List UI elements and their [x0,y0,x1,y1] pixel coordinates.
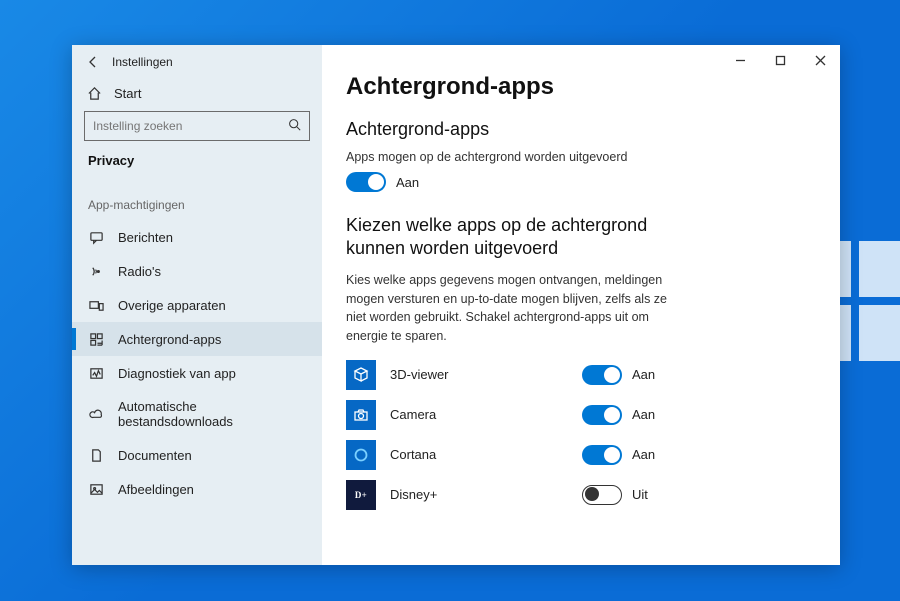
sidebar-item-label: Berichten [118,230,173,245]
search-input[interactable] [93,119,270,133]
sidebar-item-achtergrond[interactable]: Achtergrond-apps [72,322,322,356]
back-button[interactable] [78,47,108,77]
home-label: Start [114,86,141,101]
app-row-disney: D+ Disney+ Uit [346,480,816,510]
grid-icon [88,331,104,347]
app-name: 3D-viewer [390,367,540,382]
titlebar: Instellingen [72,45,322,79]
image-icon [88,481,104,497]
sidebar-item-downloads[interactable]: Automatische bestandsdownloads [72,390,322,438]
sidebar-item-label: Overige apparaten [118,298,226,313]
sidebar-item-label: Afbeeldingen [118,482,194,497]
app-name: Cortana [390,447,540,462]
sidebar-item-label: Achtergrond-apps [118,332,221,347]
nav-list: App-machtigingen Berichten Radio's Overi… [72,180,322,565]
app-toggle-state: Aan [632,447,655,462]
cube-icon [346,360,376,390]
search-box[interactable] [84,111,310,141]
ring-icon [346,440,376,470]
app-toggle[interactable] [582,445,622,465]
section-heading-1: Achtergrond-apps [346,119,816,140]
app-row-3dviewer: 3D-viewer Aan [346,360,816,390]
message-icon [88,229,104,245]
sidebar-item-radios[interactable]: Radio's [72,254,322,288]
disney-icon: D+ [346,480,376,510]
page-title: Achtergrond-apps [346,73,816,101]
app-toggle[interactable] [582,485,622,505]
sidebar: Instellingen Start Privacy App-machtigin… [72,45,322,565]
settings-window: Instellingen Start Privacy App-machtigin… [72,45,840,565]
app-name: Disney+ [390,487,540,502]
app-row-camera: Camera Aan [346,400,816,430]
app-toggle[interactable] [582,365,622,385]
search-icon [288,118,301,134]
sidebar-item-label: Radio's [118,264,161,279]
sidebar-item-label: Diagnostiek van app [118,366,236,381]
app-toggle-state: Uit [632,487,648,502]
cloud-icon [88,406,104,422]
app-toggle-state: Aan [632,407,655,422]
section-title: App-machtigingen [72,180,322,220]
master-toggle-state: Aan [396,175,419,190]
sidebar-item-berichten[interactable]: Berichten [72,220,322,254]
maximize-button[interactable] [760,45,800,75]
sidebar-item-afbeeldingen[interactable]: Afbeeldingen [72,472,322,506]
app-toggle[interactable] [582,405,622,425]
doc-icon [88,447,104,463]
sidebar-item-label: Documenten [118,448,192,463]
diag-icon [88,365,104,381]
master-toggle[interactable] [346,172,386,192]
sidebar-item-documenten[interactable]: Documenten [72,438,322,472]
camera-icon [346,400,376,430]
home-icon [86,85,102,101]
sidebar-item-label: Automatische bestandsdownloads [118,399,306,429]
radio-icon [88,263,104,279]
master-toggle-row: Aan [346,172,816,192]
home-link[interactable]: Start [72,79,322,111]
app-list: 3D-viewer Aan Camera Aan C [346,360,816,510]
category-label: Privacy [72,151,322,180]
main-panel: Achtergrond-apps Achtergrond-apps Apps m… [322,45,840,565]
window-title: Instellingen [112,55,173,69]
close-button[interactable] [800,45,840,75]
section-description: Kies welke apps gegevens mogen ontvangen… [346,271,686,346]
app-name: Camera [390,407,540,422]
app-toggle-state: Aan [632,367,655,382]
window-controls [720,45,840,75]
minimize-button[interactable] [720,45,760,75]
master-toggle-label: Apps mogen op de achtergrond worden uitg… [346,150,816,164]
devices-icon [88,297,104,313]
sidebar-item-diagnostiek[interactable]: Diagnostiek van app [72,356,322,390]
app-row-cortana: Cortana Aan [346,440,816,470]
section-heading-2: Kiezen welke apps op de achtergrond kunn… [346,214,686,261]
content: Achtergrond-apps Achtergrond-apps Apps m… [322,45,840,565]
sidebar-item-overige[interactable]: Overige apparaten [72,288,322,322]
